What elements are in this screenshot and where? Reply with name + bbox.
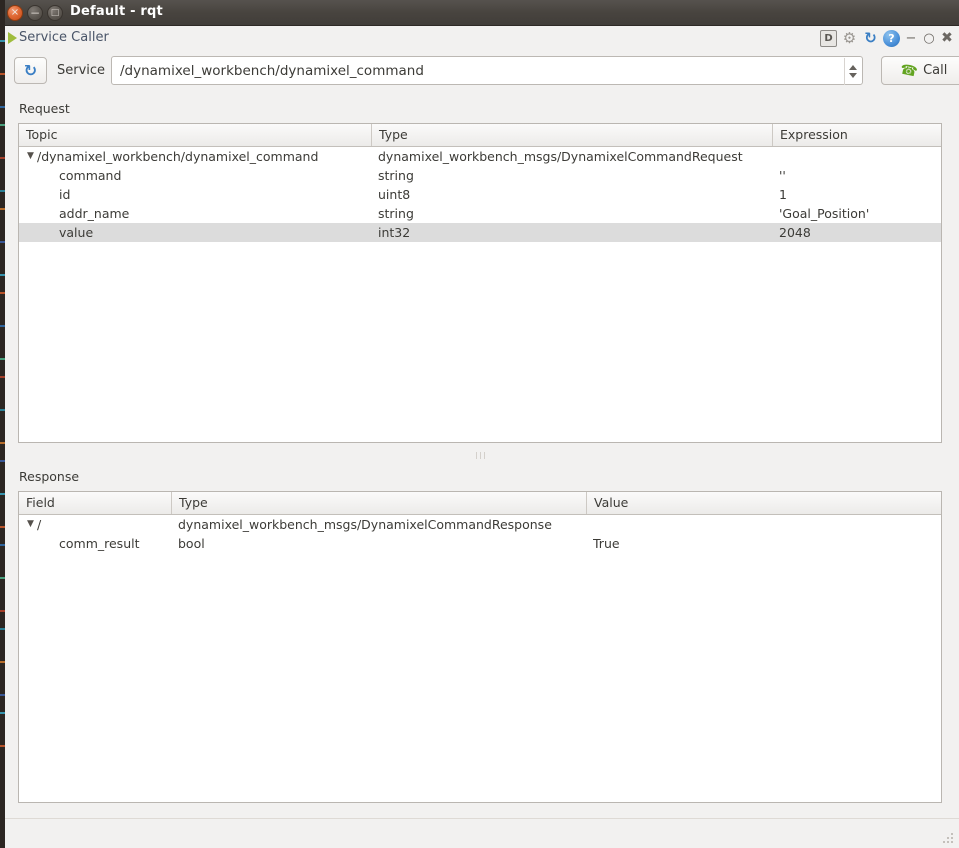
reload-icon[interactable]: ↻ xyxy=(862,30,879,47)
service-bar: ↻ Service /dynamixel_workbench/dynamixel… xyxy=(13,56,953,86)
play-triangle-icon xyxy=(8,32,17,44)
table-row[interactable]: commandstring '' xyxy=(19,166,941,185)
cell-topic: addr_name xyxy=(59,204,401,223)
table-row[interactable]: ▼/dynamixel_workbench_msgs/DynamixelComm… xyxy=(19,515,941,534)
combobox-spinner[interactable] xyxy=(844,58,861,85)
plugin-toolbar: D ⚙ ↻ ? − ○ ✖ xyxy=(820,30,954,47)
tree-expander-icon[interactable]: ▼ xyxy=(27,147,34,166)
window-title: Default - rqt xyxy=(70,4,163,19)
cell-type: int32 xyxy=(378,223,769,242)
column-header-type[interactable]: Type xyxy=(371,124,772,146)
service-label: Service xyxy=(57,63,105,78)
help-icon[interactable]: ? xyxy=(883,30,900,47)
request-section-label: Request xyxy=(19,101,70,116)
cell-topic: value xyxy=(59,223,401,242)
column-header-field[interactable]: Field xyxy=(19,492,171,514)
table-row[interactable]: addr_namestring 'Goal_Position' xyxy=(19,204,941,223)
splitter-tick xyxy=(476,452,477,459)
cell-type: string xyxy=(378,204,769,223)
cell-topic: /dynamixel_workbench/dynamixel_command xyxy=(37,147,379,166)
plugin-restore-icon[interactable]: ○ xyxy=(922,30,936,47)
cell-topic: command xyxy=(59,166,401,185)
cell-type: dynamixel_workbench_msgs/DynamixelComman… xyxy=(178,515,583,534)
gear-icon[interactable]: ⚙ xyxy=(841,30,858,47)
call-button[interactable]: ☎ Call xyxy=(881,56,959,85)
response-table[interactable]: Field Type Value ▼/dynamixel_workbench_m… xyxy=(18,491,942,803)
plugin-title-group: Service Caller xyxy=(8,30,109,45)
request-table-header: Topic Type Expression xyxy=(19,124,941,147)
window-maximize-button[interactable]: □ xyxy=(47,5,63,21)
dock-icon[interactable]: D xyxy=(820,30,837,47)
unity-launcher-edge xyxy=(0,0,5,848)
cell-expression xyxy=(779,147,938,166)
cell-topic: id xyxy=(59,185,401,204)
cell-expression: 'Goal_Position' xyxy=(779,204,938,223)
response-table-header: Field Type Value xyxy=(19,492,941,515)
cell-type: string xyxy=(378,166,769,185)
cell-expression: 1 xyxy=(779,185,938,204)
table-row[interactable]: comm_resultboolTrue xyxy=(19,534,941,553)
cell-field: / xyxy=(37,515,179,534)
call-button-label: Call xyxy=(923,63,947,78)
minimize-icon: − xyxy=(28,6,42,20)
maximize-icon: □ xyxy=(48,6,62,20)
plugin-close-icon[interactable]: ✖ xyxy=(940,30,954,47)
request-table-body: ▼/dynamixel_workbench/dynamixel_commandd… xyxy=(19,147,941,242)
chevron-down-icon[interactable] xyxy=(849,73,857,78)
cell-type: uint8 xyxy=(378,185,769,204)
plugin-minimize-icon[interactable]: − xyxy=(904,30,918,47)
response-section-label: Response xyxy=(19,469,79,484)
column-header-type[interactable]: Type xyxy=(171,492,586,514)
cell-type: bool xyxy=(178,534,583,553)
service-combobox[interactable]: /dynamixel_workbench/dynamixel_command xyxy=(111,56,863,85)
service-input[interactable]: /dynamixel_workbench/dynamixel_command xyxy=(120,63,424,79)
panel-splitter-handle[interactable] xyxy=(18,449,942,461)
tree-expander-icon[interactable]: ▼ xyxy=(27,515,34,534)
phone-icon: ☎ xyxy=(898,61,918,80)
column-header-topic[interactable]: Topic xyxy=(19,124,371,146)
table-row[interactable]: valueint32 2048 xyxy=(19,223,941,242)
reload-icon: ↻ xyxy=(24,63,37,79)
close-icon: × xyxy=(8,6,22,20)
column-header-value[interactable]: Value xyxy=(586,492,941,514)
chevron-up-icon[interactable] xyxy=(849,65,857,70)
table-row[interactable]: iduint8 1 xyxy=(19,185,941,204)
plugin-header: Service Caller D ⚙ ↻ ? − ○ ✖ xyxy=(5,27,959,52)
cell-expression: 2048 xyxy=(779,223,938,242)
response-table-body: ▼/dynamixel_workbench_msgs/DynamixelComm… xyxy=(19,515,941,553)
resize-grip[interactable] xyxy=(943,833,956,846)
cell-value: True xyxy=(593,534,938,553)
table-row[interactable]: ▼/dynamixel_workbench/dynamixel_commandd… xyxy=(19,147,941,166)
window-titlebar: × − □ Default - rqt xyxy=(0,0,959,26)
refresh-services-button[interactable]: ↻ xyxy=(14,57,47,84)
request-table[interactable]: Topic Type Expression ▼/dynamixel_workbe… xyxy=(18,123,942,443)
window-minimize-button[interactable]: − xyxy=(27,5,43,21)
splitter-tick xyxy=(484,452,485,459)
splitter-tick xyxy=(480,452,481,459)
cell-value xyxy=(593,515,938,534)
column-header-expression[interactable]: Expression xyxy=(772,124,941,146)
plugin-title: Service Caller xyxy=(19,30,109,45)
window-close-button[interactable]: × xyxy=(7,5,23,21)
status-bar xyxy=(5,818,959,848)
cell-expression: '' xyxy=(779,166,938,185)
cell-type: dynamixel_workbench_msgs/DynamixelComman… xyxy=(378,147,769,166)
